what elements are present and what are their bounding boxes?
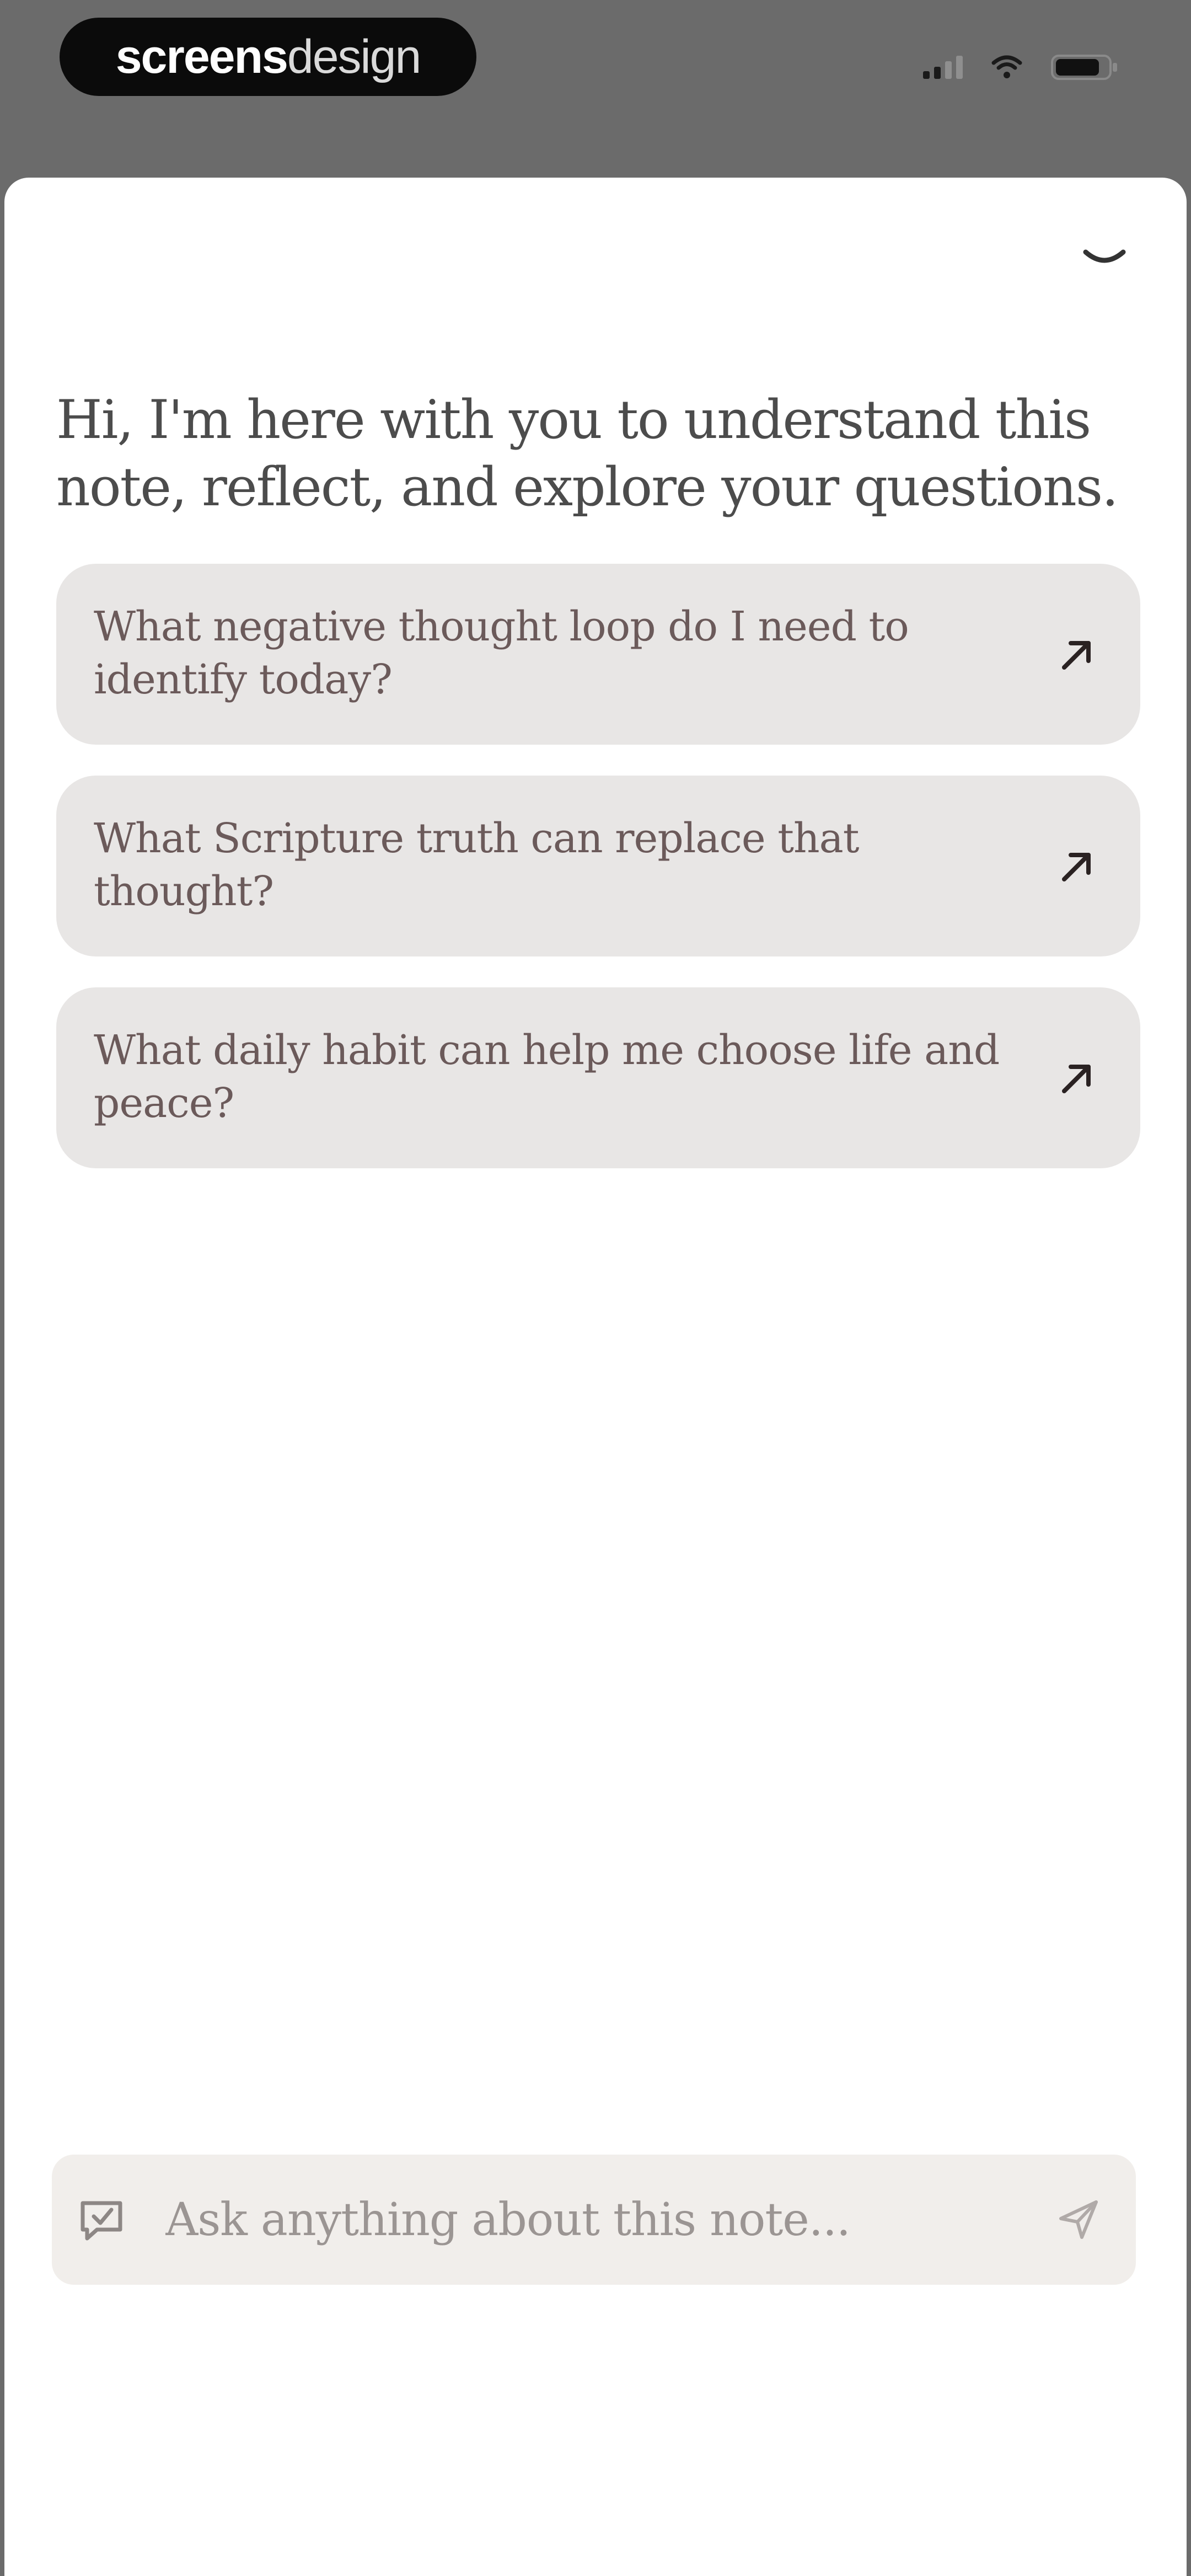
note-chat-icon <box>81 2201 122 2241</box>
status-icons <box>923 51 1119 84</box>
send-icon <box>1059 2200 1098 2239</box>
ask-input[interactable] <box>165 2187 1052 2253</box>
screen: screens design Hi, I'm here with you to … <box>0 0 1191 2576</box>
status-bar: screens design <box>0 0 1191 177</box>
suggestion-label: What daily habit can help me choose life… <box>94 1027 1000 1127</box>
arrow-up-right-icon <box>1062 1065 1091 1093</box>
collapse-sheet-button[interactable] <box>1074 233 1135 282</box>
suggestion-card[interactable]: What Scripture truth can replace that th… <box>56 776 1140 956</box>
ask-bar <box>52 2155 1136 2285</box>
suggestion-list: What negative thought loop do I need to … <box>56 564 1140 1199</box>
send-button[interactable] <box>1052 2193 1105 2246</box>
wifi-icon <box>991 55 1022 79</box>
brand-logo: screens design <box>60 18 476 96</box>
suggestion-label: What Scripture truth can replace that th… <box>94 815 860 915</box>
brand-logo-light: design <box>287 30 421 83</box>
greeting-text: Hi, I'm here with you to understand this… <box>56 389 1119 518</box>
cellular-signal-icon <box>923 56 963 79</box>
suggestion-card[interactable]: What daily habit can help me choose life… <box>56 987 1140 1168</box>
suggestion-card[interactable]: What negative thought loop do I need to … <box>56 564 1140 745</box>
arrow-up-right-icon <box>1062 641 1091 670</box>
suggestion-label: What negative thought loop do I need to … <box>94 603 909 703</box>
chevron-down-icon <box>1083 249 1126 263</box>
brand-logo-strong: screens <box>115 30 288 83</box>
battery-icon <box>1051 52 1119 82</box>
arrow-up-right-icon <box>1062 853 1091 881</box>
